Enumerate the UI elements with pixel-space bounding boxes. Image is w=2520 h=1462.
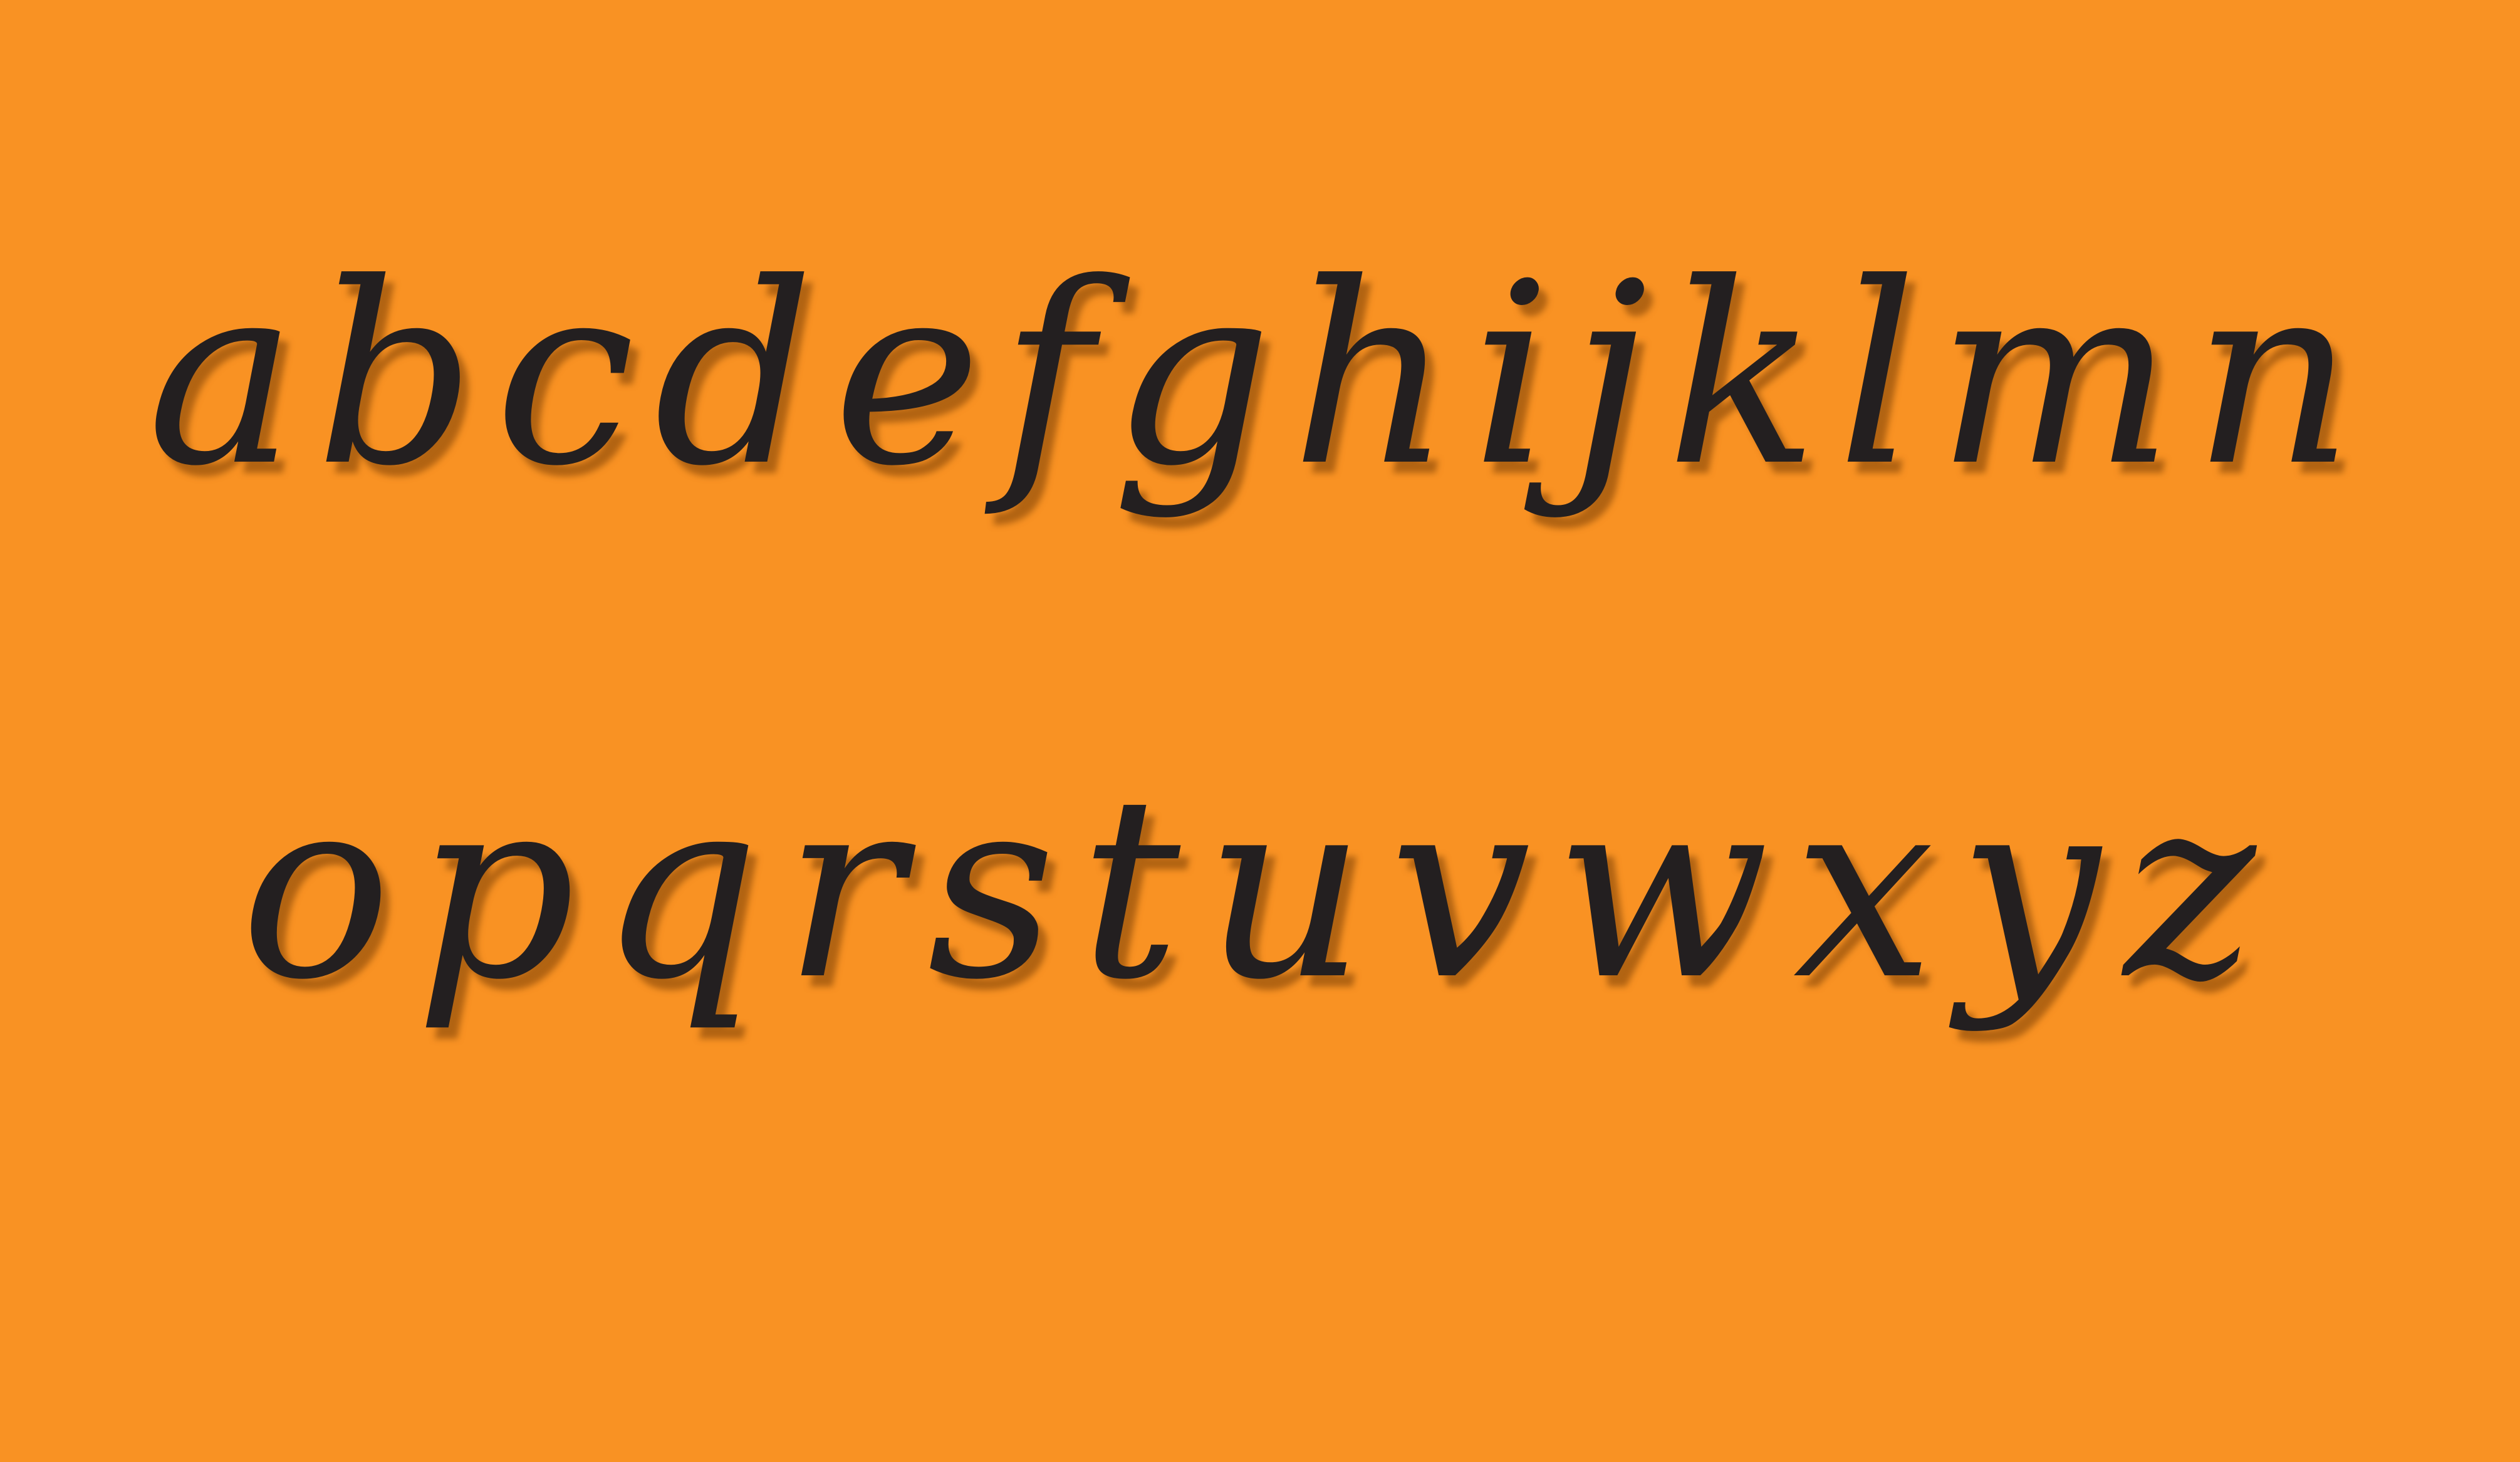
alphabet-line-a-to-n: abcdefghijklmn <box>147 230 2373 521</box>
alphabet-line-o-to-z: opqrstuvwxyz <box>240 744 2280 1035</box>
orange-background: abcdefghijklmn opqrstuvwxyz <box>0 0 2520 1462</box>
